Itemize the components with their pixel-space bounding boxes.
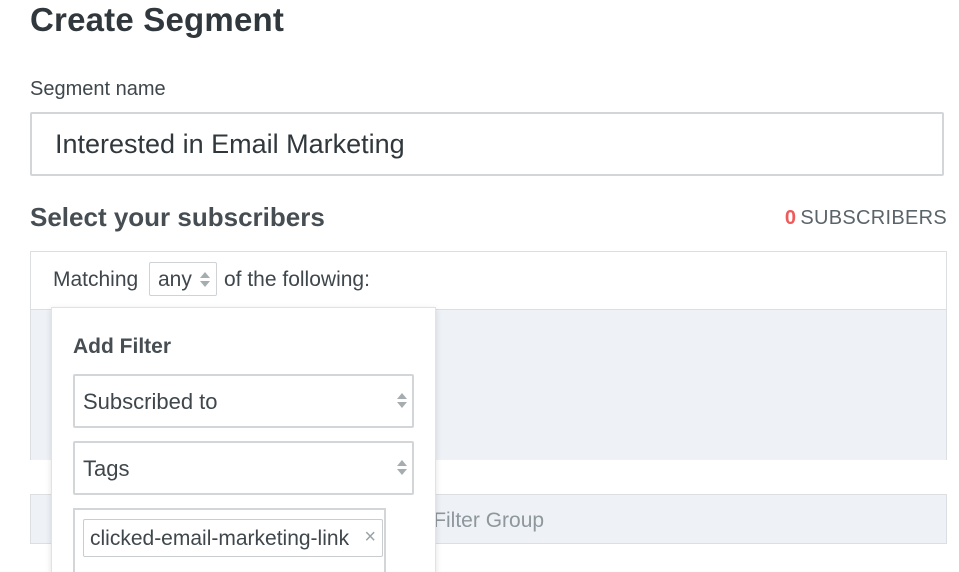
tag-select-input[interactable]: clicked-email-marketing-link × bbox=[73, 508, 386, 572]
filter-type-select[interactable]: Subscribed to bbox=[73, 374, 414, 428]
matching-row: Matching any of the following: bbox=[31, 252, 946, 310]
filter-category-value: Tags bbox=[83, 456, 130, 481]
subscriber-count-number: 0 bbox=[784, 207, 797, 229]
matching-prefix-label: Matching bbox=[53, 268, 139, 291]
filter-type-value: Subscribed to bbox=[83, 389, 218, 414]
create-segment-page: Create Segment Segment name Select your … bbox=[0, 0, 959, 572]
subscriber-count-label: SUBSCRIBERS bbox=[800, 207, 947, 229]
add-filter-title: Add Filter bbox=[73, 335, 171, 358]
page-title: Create Segment bbox=[30, 1, 285, 38]
add-filter-popover: Add Filter Subscribed to Tags clicked-em… bbox=[51, 307, 436, 572]
match-type-select[interactable]: any bbox=[149, 262, 217, 296]
tag-chip-label: clicked-email-marketing-link bbox=[90, 527, 350, 550]
segment-name-label: Segment name bbox=[30, 78, 166, 100]
select-arrows-icon bbox=[397, 460, 407, 476]
select-subscribers-heading: Select your subscribers bbox=[30, 202, 325, 232]
subscriber-count: 0 SUBSCRIBERS bbox=[785, 207, 947, 230]
close-icon[interactable]: × bbox=[364, 526, 376, 549]
match-type-value: any bbox=[158, 268, 192, 291]
tag-chip: clicked-email-marketing-link × bbox=[83, 519, 383, 557]
matching-suffix-label: of the following: bbox=[224, 268, 370, 291]
filter-category-select[interactable]: Tags bbox=[73, 441, 414, 495]
select-arrows-icon bbox=[200, 272, 210, 288]
select-arrows-icon bbox=[397, 393, 407, 409]
segment-name-input[interactable] bbox=[30, 112, 944, 176]
